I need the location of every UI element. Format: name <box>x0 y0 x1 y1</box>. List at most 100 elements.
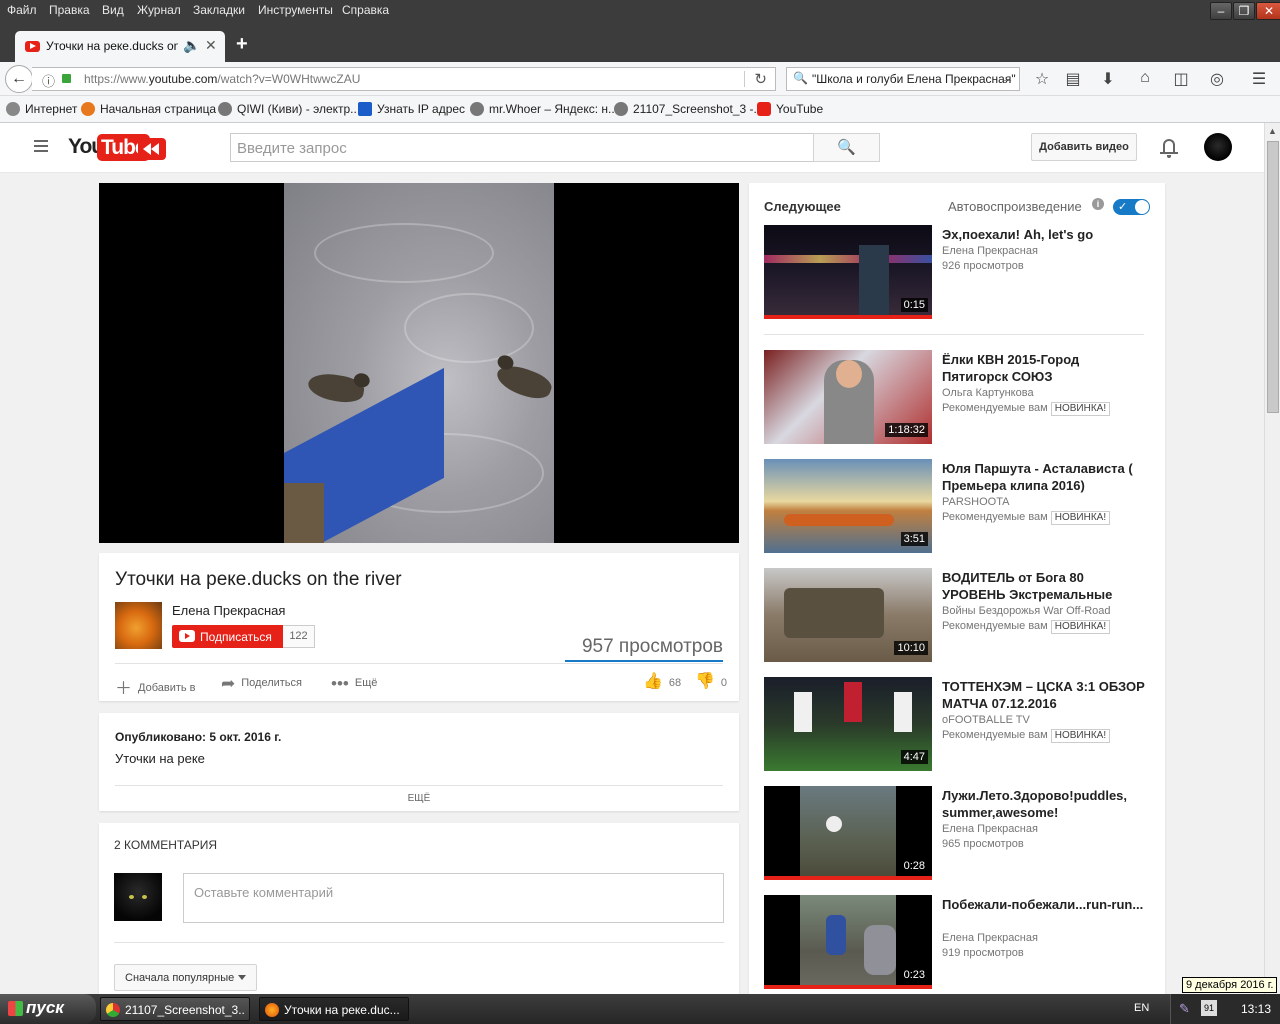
video-player[interactable] <box>99 183 739 543</box>
video-title[interactable]: Побежали-побежали...run-run... <box>942 896 1147 913</box>
youtube-search-button[interactable]: 🔍 <box>813 133 880 162</box>
search-go-icon[interactable]: → <box>1000 70 1014 86</box>
video-title[interactable]: ТОТТЕНХЭМ – ЦСКА 3:1 ОБЗОР МАТЧА 07.12.2… <box>942 678 1147 712</box>
video-thumbnail[interactable]: 0:23 <box>764 895 932 989</box>
video-info-card: Уточки на реке.ducks on the river Елена … <box>99 553 739 701</box>
bookmarks-bar: Интернет Начальная страница QIWI (Киви) … <box>0 96 1280 123</box>
scroll-up-icon[interactable]: ▲ <box>1268 126 1277 136</box>
pocket-icon[interactable]: ◫ <box>1171 69 1191 89</box>
dislike-button[interactable]: 👎 0 <box>695 671 727 691</box>
autoplay-toggle[interactable]: ✓ <box>1113 199 1150 215</box>
page-scrollbar[interactable]: ▲ ▼ <box>1264 123 1280 994</box>
share-button[interactable]: ➦ Поделиться <box>221 674 302 694</box>
home-icon[interactable]: ⌂ <box>1135 69 1155 87</box>
video-title[interactable]: Эх,поехали! Ah, let's go <box>942 226 1147 243</box>
menu-help[interactable]: Справка <box>342 3 389 17</box>
related-video-item[interactable]: 0:28 Лужи.Лето.Здорово!puddles, summer,a… <box>764 786 1154 880</box>
close-tab-icon[interactable]: ✕ <box>205 37 217 54</box>
menu-bookmarks[interactable]: Закладки <box>193 3 245 17</box>
url-text: https://www.youtube.com/watch?v=W0WHtwwc… <box>84 72 361 86</box>
bookmark-ip[interactable]: Узнать IP адрес <box>358 102 465 116</box>
menu-edit[interactable]: Правка <box>49 3 90 17</box>
add-to-button[interactable]: ＋ Добавить в <box>115 674 196 699</box>
comment-input[interactable]: Оставьте комментарий <box>183 873 724 923</box>
channel-name[interactable]: PARSHOOTA <box>942 496 1009 508</box>
video-title[interactable]: Лужи.Лето.Здорово!puddles, summer,awesom… <box>942 787 1147 821</box>
related-video-item[interactable]: 4:47 ТОТТЕНХЭМ – ЦСКА 3:1 ОБЗОР МАТЧА 07… <box>764 677 1154 771</box>
video-thumbnail[interactable]: 3:51 <box>764 459 932 553</box>
new-tab-button[interactable]: + <box>236 33 248 56</box>
subscribe-button[interactable]: Подписаться <box>172 625 283 648</box>
related-video-item[interactable]: 0:15 Эх,поехали! Ah, let's go Елена Прек… <box>764 225 1154 319</box>
scrollbar-thumb[interactable] <box>1267 141 1279 413</box>
star-icon[interactable]: ☆ <box>1032 69 1052 89</box>
thumbs-up-icon: 👍 <box>643 673 663 690</box>
info-icon[interactable]: ⓘ <box>42 71 55 90</box>
bookmarks-list-icon[interactable]: ▤ <box>1063 69 1083 89</box>
related-video-item[interactable]: 0:23 Побежали-побежали...run-run... Елен… <box>764 895 1154 989</box>
guide-menu-icon[interactable] <box>34 140 48 152</box>
bookmark-whoer[interactable]: mr.Whoer – Яндекс: н... <box>470 102 618 116</box>
menu-history[interactable]: Журнал <box>137 3 181 17</box>
like-button[interactable]: 👍 68 <box>643 671 681 691</box>
page-icon <box>470 102 484 116</box>
video-title[interactable]: Ёлки КВН 2015-Город Пятигорск СОЮЗ <box>942 351 1147 385</box>
taskbar-item-screenshot[interactable]: 21107_Screenshot_3... <box>100 997 250 1021</box>
upload-button[interactable]: Добавить видео <box>1031 133 1137 161</box>
bookmark-screenshot[interactable]: 21107_Screenshot_3 -... <box>614 102 764 116</box>
info-icon[interactable]: i <box>1092 198 1104 210</box>
video-title[interactable]: Юля Паршута - Асталависта ( Премьера кли… <box>942 460 1147 494</box>
feather-icon[interactable]: ✎ <box>1179 1001 1190 1017</box>
video-thumbnail[interactable]: 0:15 <box>764 225 932 319</box>
channel-name[interactable]: Ольга Картункова <box>942 387 1034 399</box>
channel-name[interactable]: Елена Прекрасная <box>942 932 1038 944</box>
channel-name[interactable]: Войны Бездорожья War Off-Road <box>942 605 1111 617</box>
account-avatar[interactable] <box>1204 133 1232 161</box>
speaker-icon[interactable]: 🔈 <box>183 37 200 54</box>
related-video-item[interactable]: 1:18:32 Ёлки КВН 2015-Город Пятигорск СО… <box>764 350 1154 444</box>
language-indicator[interactable]: EN <box>1134 1002 1149 1014</box>
video-thumbnail[interactable]: 0:28 <box>764 786 932 880</box>
check-icon: ✓ <box>1118 201 1128 213</box>
channel-name[interactable]: Елена Прекрасная <box>942 245 1038 257</box>
clock[interactable]: 13:13 <box>1241 1002 1271 1016</box>
comment-sort-dropdown[interactable]: Сначала популярные <box>114 964 257 991</box>
video-thumbnail[interactable]: 10:10 <box>764 568 932 662</box>
related-video-item[interactable]: 3:51 Юля Паршута - Асталависта ( Премьер… <box>764 459 1154 553</box>
menu-view[interactable]: Вид <box>102 3 124 17</box>
close-window-button[interactable]: ✕ <box>1256 2 1280 20</box>
reload-icon[interactable]: ↻ <box>754 70 767 88</box>
bookmark-youtube[interactable]: YouTube <box>757 102 823 116</box>
maximize-button[interactable]: ❐ <box>1233 2 1255 20</box>
show-more-button[interactable]: ЕЩЁ <box>99 793 739 804</box>
menu-tools[interactable]: Инструменты <box>258 3 333 17</box>
video-thumbnail[interactable]: 4:47 <box>764 677 932 771</box>
address-bar[interactable]: ⓘ https://www.youtube.com/watch?v=W0WHtw… <box>32 67 776 91</box>
hamburger-menu-icon[interactable]: ☰ <box>1249 69 1269 89</box>
channel-name[interactable]: oFOOTBALLE TV <box>942 714 1030 726</box>
search-engine-icon[interactable]: 🔍 <box>793 71 808 85</box>
bookmark-start-page[interactable]: Начальная страница <box>81 102 216 116</box>
sync-icon[interactable]: ◎ <box>1207 69 1227 89</box>
browser-search-bar[interactable]: 🔍 "Школа и голуби Елена Прекрасная" → <box>786 67 1020 91</box>
taskbar-item-firefox[interactable]: Уточки на реке.duc... <box>259 997 409 1021</box>
bookmark-qiwi[interactable]: QIWI (Киви) - электр... <box>218 102 360 116</box>
download-icon[interactable]: ⬇ <box>1098 69 1118 89</box>
channel-name[interactable]: Елена Прекрасная <box>172 603 285 618</box>
start-button[interactable]: пуск <box>0 994 96 1024</box>
bookmark-internet[interactable]: Интернет <box>6 102 77 116</box>
channel-name[interactable]: Елена Прекрасная <box>942 823 1038 835</box>
youtube-search-input[interactable]: Введите запрос <box>230 133 814 162</box>
volume-icon[interactable]: 91 <box>1201 1000 1217 1016</box>
video-title[interactable]: ВОДИТЕЛЬ от Бога 80 УРОВЕНЬ Экстремальны… <box>942 569 1147 603</box>
tab-youtube[interactable]: Уточки на реке.ducks on... 🔈 ✕ <box>15 31 225 62</box>
notifications-bell-icon[interactable] <box>1160 137 1178 158</box>
back-button[interactable]: ← <box>5 65 33 93</box>
more-actions-button[interactable]: ••• Ещё <box>331 674 377 694</box>
related-video-item[interactable]: 10:10 ВОДИТЕЛЬ от Бога 80 УРОВЕНЬ Экстре… <box>764 568 1154 662</box>
video-thumbnail[interactable]: 1:18:32 <box>764 350 932 444</box>
minimize-button[interactable]: – <box>1210 2 1232 20</box>
menu-file[interactable]: Файл <box>7 3 37 17</box>
channel-avatar[interactable] <box>115 602 162 649</box>
video-meta: 926 просмотров <box>942 260 1024 272</box>
